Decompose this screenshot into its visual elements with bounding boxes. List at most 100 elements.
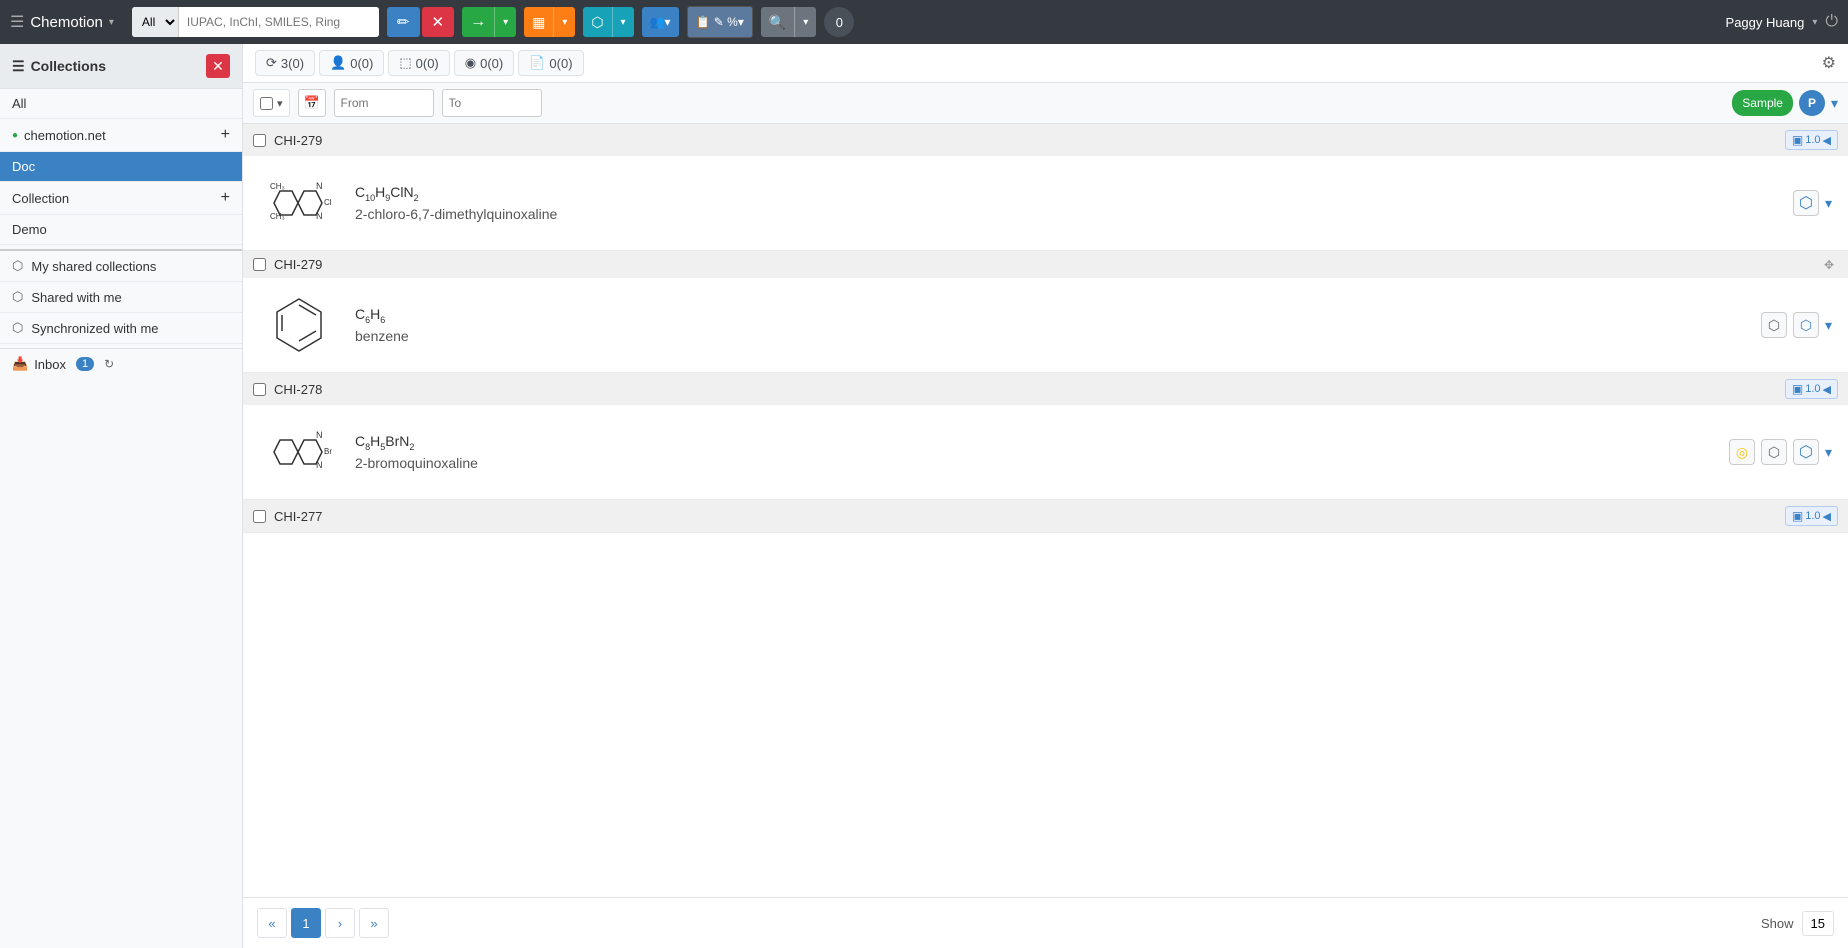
sidebar-header: ☰ Collections ✕ [0,44,242,89]
inbox-badge: 1 [76,357,94,371]
molecule-header-right-1: ✥ [1824,258,1838,272]
move-dropdown[interactable]: ▾ [494,7,516,37]
advanced-search-button[interactable]: 🔍 [761,7,794,37]
filter-checkbox[interactable] [260,97,273,110]
page-1-button[interactable]: 1 [291,908,321,938]
move-button[interactable]: → [462,7,494,37]
filter-chevron-button[interactable]: ▾ [1831,95,1838,112]
sidebar-item-demo[interactable]: Demo [0,215,242,245]
collections-close-button[interactable]: ✕ [206,54,230,78]
filter-P-button[interactable]: P [1799,90,1825,116]
share-icon-action-1[interactable]: ⬡ [1761,312,1787,338]
sidebar: ☰ Collections ✕ All ● chemotion.net + Do… [0,44,243,948]
molecule-info-0: C10H9ClN2 2-chloro-6,7-dimethylquinoxali… [355,184,1777,223]
tab-research[interactable]: 📄 0(0) [518,50,583,76]
svg-text:Cl: Cl [324,198,332,207]
assign-dropdown[interactable]: ▾ [553,7,575,37]
badge-arrow-2[interactable]: ◀ [1823,383,1831,396]
molecule-actions-1: ⬡ ⬡ ▾ [1761,312,1832,338]
sidebar-item-inbox[interactable]: 📥 Inbox 1 ↻ [0,348,242,379]
advanced-search-dropdown[interactable]: ▾ [794,7,816,37]
badge-value-0: 1.0 [1805,134,1820,146]
molecule-checkbox-0[interactable] [253,134,266,147]
edit-button[interactable]: ✏ [387,7,420,37]
move-split-button: → ▾ [462,7,516,37]
expand-button-2[interactable]: ▾ [1825,444,1832,461]
research-icon: 📄 [529,55,545,71]
page-next-button[interactable]: › [325,908,355,938]
sidebar-item-doc[interactable]: Doc [0,152,242,182]
search-filter-select[interactable]: All [132,7,179,37]
share-split-button: ⬡ ▾ [583,7,633,37]
filter-right: Sample P ▾ [1732,90,1838,116]
molecule-checkbox-3[interactable] [253,510,266,523]
tab-reactions[interactable]: ⟳ 3(0) [255,50,315,76]
calendar-icon-button[interactable]: 📅 [298,89,326,117]
tab-wellplates[interactable]: ⬚ 0(0) [388,50,449,76]
hamburger-icon[interactable]: ☰ [10,12,24,32]
page-first-button[interactable]: « [257,908,287,938]
share-button[interactable]: ⬡ [583,7,611,37]
share-icon-action-2[interactable]: ⬡ [1761,439,1787,465]
circle-icon-2[interactable]: ◎ [1729,439,1755,465]
delete-button[interactable]: ✕ [422,7,455,37]
badge-arrow-0[interactable]: ◀ [1823,134,1831,147]
molecule-checkbox-2[interactable] [253,383,266,396]
molecule-header-right-2: ▣ 1.0 ◀ [1785,379,1838,399]
page-last-button[interactable]: » [359,908,389,938]
sidebar-item-chemotion[interactable]: ● chemotion.net + [0,119,242,152]
filter-settings-button[interactable]: ⚙ [1822,53,1836,73]
hexagon-icon-2[interactable]: ⬡ [1793,439,1819,465]
logout-button[interactable]: ⏻ [1825,13,1838,31]
filter-check-group: ▾ [253,89,290,117]
all-label: All [12,96,26,111]
edit-delete-group: ✏ ✕ [387,7,454,37]
chemotion-add-button[interactable]: + [221,126,230,144]
molecule-structure-1 [259,290,339,360]
zero-button[interactable]: 0 [824,7,854,37]
brand[interactable]: ☰ Chemotion ▾ [10,12,114,32]
sidebar-item-shared-me[interactable]: ⬡ Shared with me [0,282,242,313]
advanced-search-split: 🔍 ▾ [761,7,816,37]
filter-row: ▾ 📅 Sample P ▾ [243,83,1848,124]
tab-samples[interactable]: 👤 0(0) [319,50,384,76]
molecule-formula-0: C10H9ClN2 [355,184,1777,203]
filter-dropdown-icon[interactable]: ▾ [277,97,283,110]
molecule-actions-2: ◎ ⬡ ⬡ ▾ [1729,439,1832,465]
sample-toggle-button[interactable]: Sample [1732,90,1793,116]
molecule-checkbox-1[interactable] [253,258,266,271]
sidebar-item-synchronized-me[interactable]: ⬡ Synchronized with me [0,313,242,344]
collection-add-button[interactable]: + [221,189,230,207]
search-input[interactable] [179,7,379,37]
molecule-body-0: N N Cl CH₃ CH₃ C10H9ClN2 2- [243,156,1848,250]
users-split-button: 👥▾ [642,7,679,37]
user-name[interactable]: Paggy Huang [1726,15,1805,30]
sidebar-item-collection[interactable]: Collection + [0,182,242,215]
sidebar-item-all[interactable]: All [0,89,242,119]
expand-button-1[interactable]: ▾ [1825,317,1832,334]
reactions-icon: ⟳ [266,55,277,71]
assign-split-button: ▦ ▾ [524,7,575,37]
hexagon-icon-0[interactable]: ⬡ [1793,190,1819,216]
badge-arrow-3[interactable]: ◀ [1823,510,1831,523]
assign-button[interactable]: ▦ [524,7,553,37]
transfer-icon-1[interactable]: ⬡ [1793,312,1819,338]
expand-button-0[interactable]: ▾ [1825,195,1832,212]
share-dropdown[interactable]: ▾ [612,7,634,37]
date-to-input[interactable] [442,89,542,117]
collections-label: Collections [31,58,106,74]
chemotion-dot-icon: ● [12,130,18,141]
clipboard-button[interactable]: 📋 ✎ %▾ [688,7,752,37]
collection-label: Collection [12,191,69,206]
molecule-name-1: benzene [355,328,1745,344]
users-button[interactable]: 👥▾ [642,7,679,37]
bromoquinoxaline-svg: N N Br [262,420,337,485]
date-from-input[interactable] [334,89,434,117]
sidebar-item-my-shared[interactable]: ⬡ My shared collections [0,251,242,282]
molecule-header-right-3: ▣ 1.0 ◀ [1785,506,1838,526]
molecule-header-1: CHI-279 ✥ [243,251,1848,278]
badge-value-3: 1.0 [1805,510,1820,522]
molecule-id-2: CHI-278 [274,382,322,397]
tab-screens[interactable]: ◉ 0(0) [454,50,514,76]
inbox-refresh-icon[interactable]: ↻ [104,357,114,371]
